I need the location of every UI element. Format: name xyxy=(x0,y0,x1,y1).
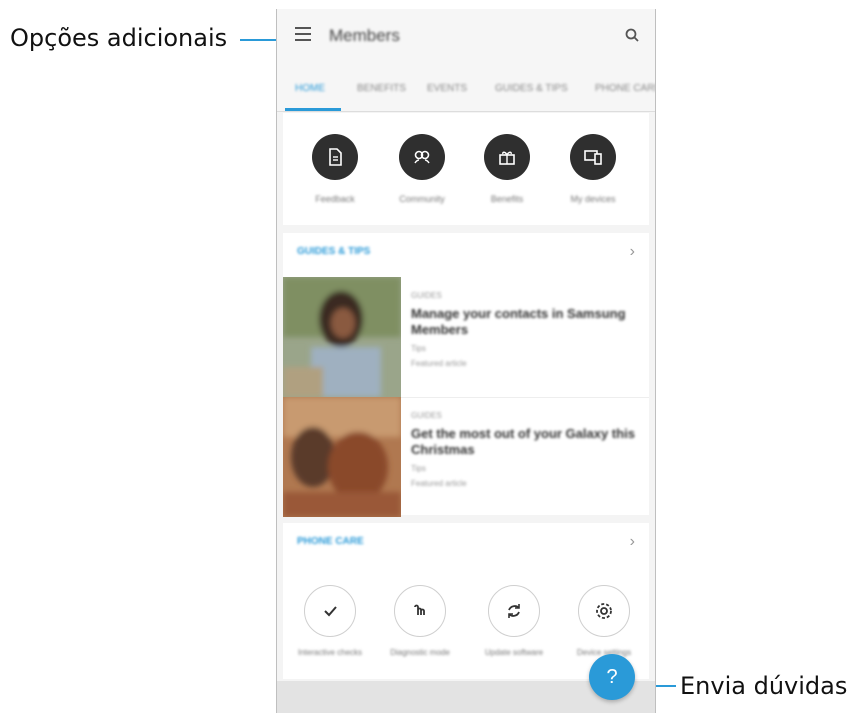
phone-care-section-title: PHONE CARE xyxy=(297,536,364,547)
guides-section-header[interactable]: GUIDES & TIPS › xyxy=(283,233,649,273)
tab-events[interactable]: EVENTS xyxy=(427,83,467,94)
app-bar: Members xyxy=(277,9,655,71)
shortcut-my-devices[interactable]: My devices xyxy=(553,134,633,204)
article-item[interactable]: GUIDES Manage your contacts in Samsung M… xyxy=(283,277,649,398)
phone-screen: Members HOME BENEFITS EVENTS GUIDES & TI… xyxy=(276,9,656,713)
article-subtitle: Tips xyxy=(411,344,426,353)
tab-home[interactable]: HOME xyxy=(295,83,325,94)
search-icon[interactable] xyxy=(625,28,639,42)
chevron-right-icon: › xyxy=(629,533,635,550)
care-label: Interactive checks xyxy=(297,648,363,657)
article-meta: Featured article xyxy=(411,479,467,488)
shortcut-feedback[interactable]: Feedback xyxy=(295,134,375,204)
chevron-right-icon: › xyxy=(629,243,635,260)
shortcuts-card: Feedback Community Benefits My devices xyxy=(283,113,649,225)
phone-care-section-header[interactable]: PHONE CARE › xyxy=(283,523,649,563)
devices-icon xyxy=(584,150,602,165)
care-label: Diagnostic mode xyxy=(390,648,450,657)
shortcut-label: My devices xyxy=(570,194,616,204)
care-diagnostic-mode[interactable]: Diagnostic mode xyxy=(375,585,465,658)
help-icon: ? xyxy=(606,666,618,688)
guides-card: GUIDES & TIPS › GUIDES Manage your conta… xyxy=(283,233,649,517)
checkmark-icon xyxy=(324,606,337,617)
care-interactive-checks[interactable]: Interactive checks xyxy=(285,585,375,658)
document-icon xyxy=(329,148,342,166)
article-meta: Featured article xyxy=(411,359,467,368)
article-tag: GUIDES xyxy=(411,291,442,300)
shortcut-benefits[interactable]: Benefits xyxy=(467,134,547,204)
article-title: Get the most out of your Galaxy this Chr… xyxy=(411,426,635,457)
hamburger-menu-icon[interactable] xyxy=(295,27,311,41)
shortcut-label: Community xyxy=(399,194,445,204)
gear-icon xyxy=(596,603,612,619)
tab-benefits[interactable]: BENEFITS xyxy=(357,83,406,94)
article-tag: GUIDES xyxy=(411,411,442,420)
care-update-software[interactable]: Update software xyxy=(469,585,559,658)
article-thumbnail xyxy=(283,277,401,397)
article-title: Manage your contacts in Samsung Members xyxy=(411,306,626,337)
shortcut-label: Feedback xyxy=(315,194,355,204)
phone-care-card: PHONE CARE › Interactive checks Diagnost… xyxy=(283,523,649,679)
gift-icon xyxy=(499,151,515,165)
article-subtitle: Tips xyxy=(411,464,426,473)
sync-icon xyxy=(508,604,520,618)
article-thumbnail xyxy=(283,397,401,517)
app-title: Members xyxy=(329,26,400,45)
guides-section-title: GUIDES & TIPS xyxy=(297,246,371,257)
shortcut-community[interactable]: Community xyxy=(382,134,462,204)
additional-options-callout: Opções adicionais xyxy=(10,24,228,52)
tab-phone-care[interactable]: PHONE CARE xyxy=(595,83,655,94)
care-device-settings[interactable]: Device settings xyxy=(559,585,649,658)
tab-guides-tips[interactable]: GUIDES & TIPS xyxy=(495,83,568,94)
care-label: Update software xyxy=(484,648,544,657)
article-item[interactable]: GUIDES Get the most out of your Galaxy t… xyxy=(283,397,649,517)
tab-indicator xyxy=(285,108,341,111)
touch-icon xyxy=(414,604,425,615)
community-icon xyxy=(414,150,430,164)
help-button[interactable]: ? xyxy=(589,654,635,700)
tab-bar: HOME BENEFITS EVENTS GUIDES & TIPS PHONE… xyxy=(277,71,655,112)
shortcut-label: Benefits xyxy=(490,194,524,204)
send-questions-callout: Envia dúvidas xyxy=(680,672,848,700)
